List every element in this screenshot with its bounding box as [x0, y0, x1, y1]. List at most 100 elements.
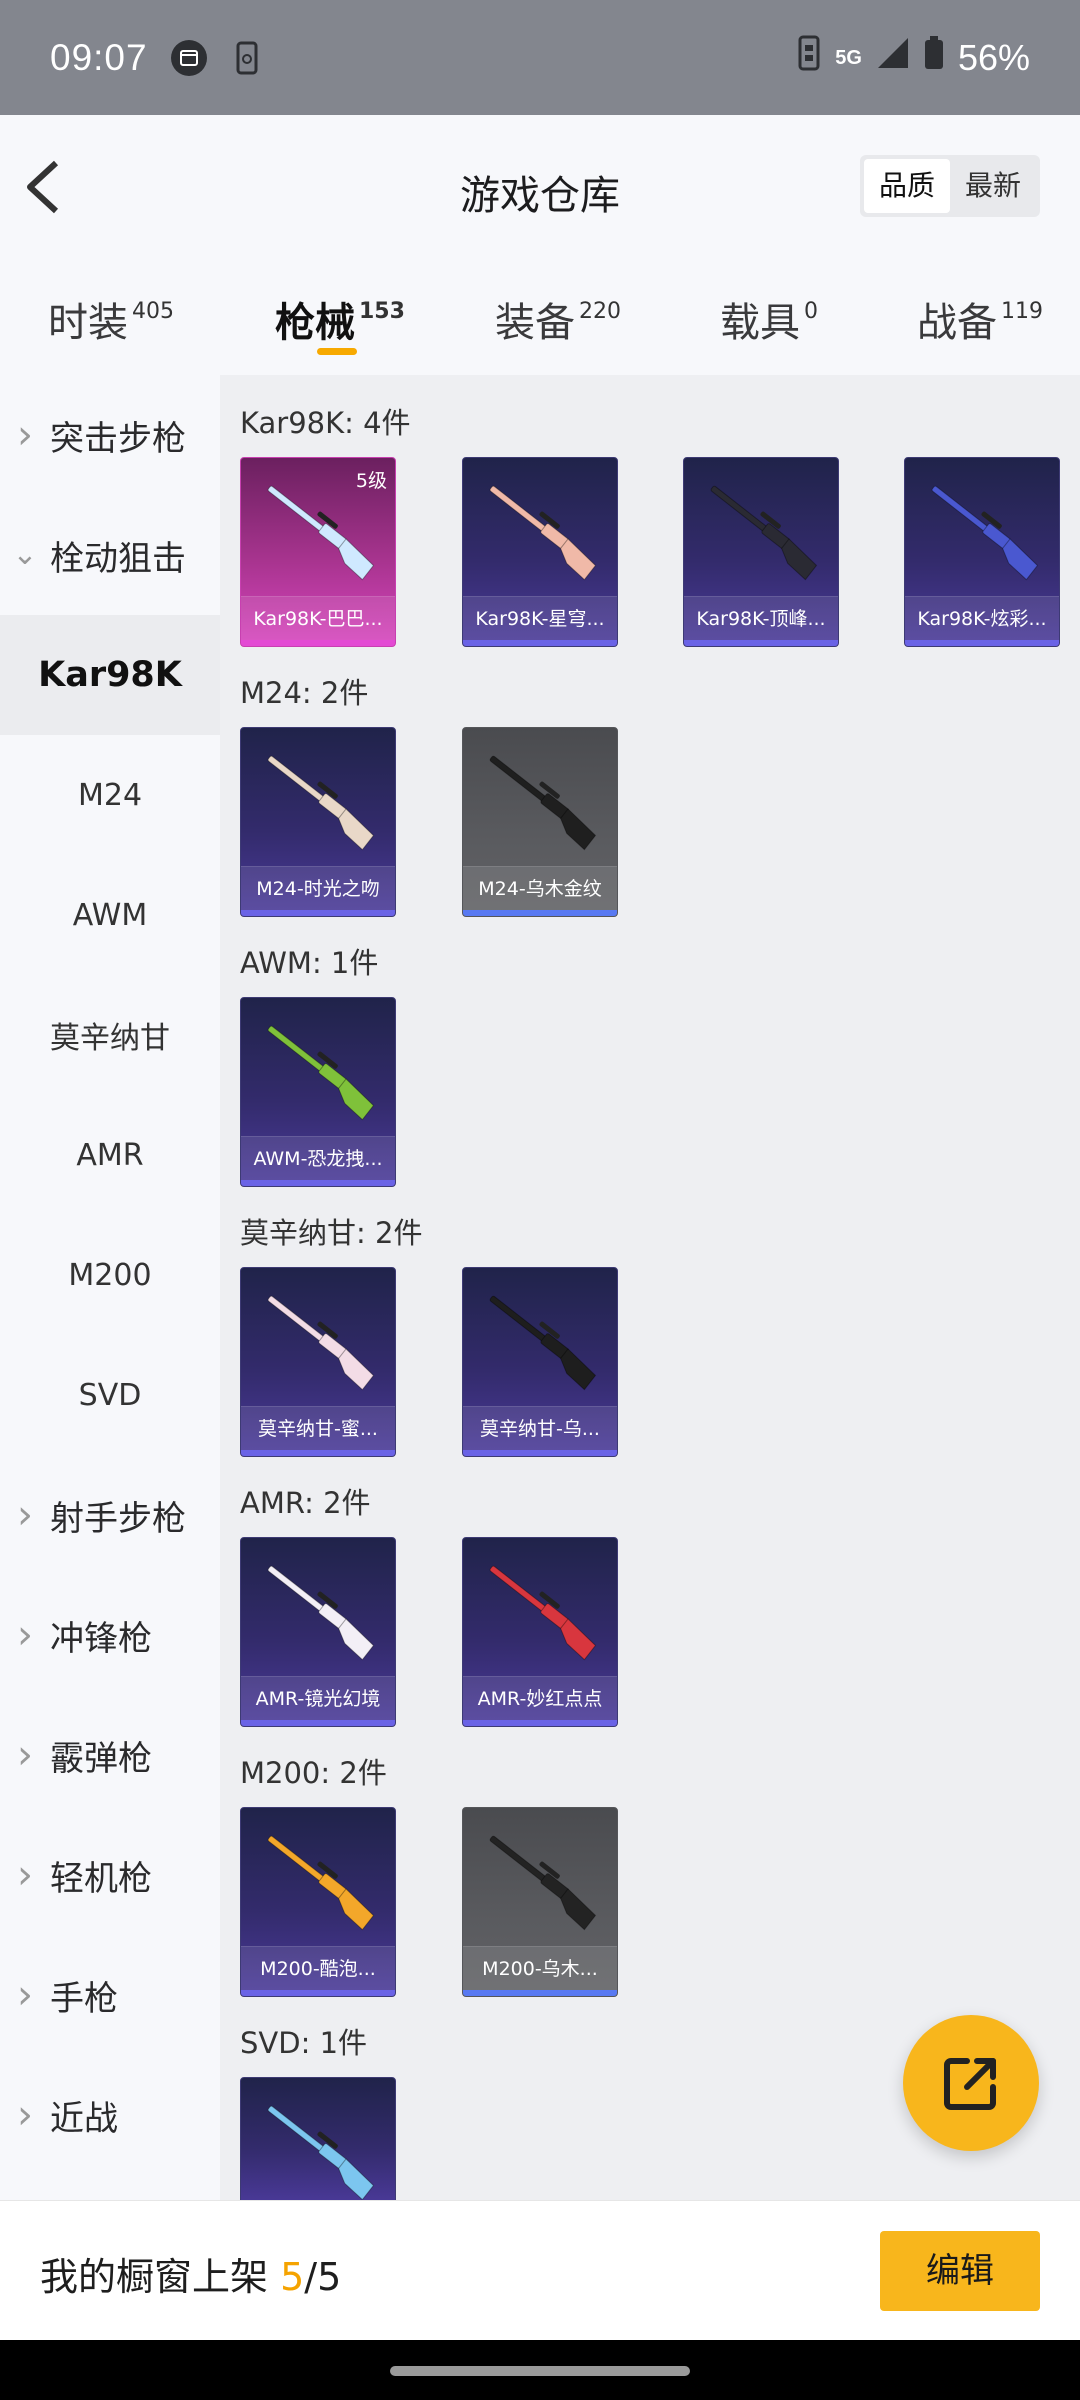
chevron-right-icon: › [17, 1732, 33, 1778]
sidebar-item[interactable]: › 手枪 [0, 1935, 220, 2055]
rifle-icon [267, 1295, 375, 1391]
weapon-card[interactable]: AMR-妙红点点 [462, 1537, 618, 1727]
tab-count: 119 [1001, 299, 1043, 324]
section-title: M200: 2件 [240, 1756, 387, 1790]
page-header: 游戏仓库 品质 最新 [0, 115, 1080, 255]
weapon-card[interactable]: AMR-镜光幻境 [240, 1537, 396, 1727]
sidebar-item[interactable]: M24 [0, 735, 220, 855]
rifle-icon [489, 1295, 597, 1391]
chevron-down-icon: ⌄ [12, 537, 38, 572]
sidebar-item-label: Kar98K [38, 655, 182, 695]
weapon-card[interactable]: Kar98K-炫彩... [904, 457, 1060, 647]
sidebar-item[interactable]: › 近战 [0, 2055, 220, 2175]
weapon-card[interactable]: M200-酷泡... [240, 1807, 396, 1997]
rarity-bar [241, 1720, 395, 1726]
tab-equipment[interactable]: 装备 220 [495, 290, 621, 348]
sidebar-item-label: 突击步枪 [50, 418, 186, 459]
weapon-card[interactable]: AWM-恐龙拽... [240, 997, 396, 1187]
rarity-bar [463, 910, 617, 916]
active-tab-indicator [317, 348, 357, 355]
sidebar-item[interactable]: AMR [0, 1095, 220, 1215]
weapon-card[interactable]: Kar98K-顶峰... [683, 457, 839, 647]
weapon-card-label: M24-时光之吻 [241, 866, 395, 910]
sidebar-item[interactable]: › 冲锋枪 [0, 1575, 220, 1695]
rarity-bar [463, 1720, 617, 1726]
rifle-icon [710, 485, 818, 581]
rarity-bar [241, 1990, 395, 1996]
tab-count: 220 [579, 299, 621, 324]
sidebar-item-label: 手枪 [50, 1978, 118, 2019]
rarity-bar [684, 640, 838, 646]
weapon-card-label: M200-酷泡... [241, 1946, 395, 1990]
weapon-card[interactable]: 莫辛纳甘-蜜... [240, 1267, 396, 1457]
weapon-card[interactable] [240, 2077, 396, 2200]
tab-label: 装备 [495, 300, 575, 346]
weapon-card[interactable]: 莫辛纳甘-乌... [462, 1267, 618, 1457]
rifle-icon [489, 755, 597, 851]
share-external-icon [944, 2058, 996, 2110]
sidebar-item-label: AMR [76, 1137, 144, 1173]
weapon-card-label: M200-乌木... [463, 1946, 617, 1990]
tab-supplies[interactable]: 战备 119 [917, 290, 1043, 348]
weapon-card-label: Kar98K-巴巴... [241, 596, 395, 640]
status-time: 09:07 [50, 36, 148, 78]
weapon-card[interactable]: M24-时光之吻 [240, 727, 396, 917]
weapon-card-label: 莫辛纳甘-乌... [463, 1406, 617, 1450]
weapon-card-label: M24-乌木金纹 [463, 866, 617, 910]
tab-count: 153 [359, 299, 405, 324]
weapon-card[interactable]: M200-乌木... [462, 1807, 618, 1997]
tab-vehicles[interactable]: 载具 0 [720, 290, 818, 348]
sidebar-item[interactable]: › 射手步枪 [0, 1455, 220, 1575]
tab-costume[interactable]: 时装 405 [48, 290, 174, 348]
sidebar-item[interactable]: › 霰弹枪 [0, 1695, 220, 1815]
rifle-icon [267, 2105, 375, 2200]
section-title: AMR: 2件 [240, 1486, 371, 1520]
share-button[interactable] [903, 2015, 1039, 2151]
showcase-text: 我的橱窗上架 [40, 2255, 269, 2299]
section-title: Kar98K: 4件 [240, 406, 411, 440]
section-title: M24: 2件 [240, 676, 369, 710]
calendar-icon [170, 39, 208, 77]
rarity-bar [463, 1450, 617, 1456]
weapon-card[interactable]: 5级 Kar98K-巴巴... [240, 457, 396, 647]
sidebar-item[interactable]: › 突击步枪 [0, 375, 220, 495]
edit-button[interactable]: 编辑 [880, 2231, 1040, 2311]
rarity-bar [463, 640, 617, 646]
weapon-card[interactable]: M24-乌木金纹 [462, 727, 618, 917]
rarity-bar [241, 640, 395, 646]
sidebar-item[interactable]: AWM [0, 855, 220, 975]
showcase-bar: 我的橱窗上架 5/5 编辑 [0, 2200, 1080, 2340]
rarity-bar [241, 910, 395, 916]
chevron-right-icon: › [17, 1492, 33, 1538]
sidebar-item[interactable]: ⌄ 栓动狙击 [0, 495, 220, 615]
sort-by-newest[interactable]: 最新 [950, 159, 1036, 213]
tab-firearms[interactable]: 枪械 153 [275, 290, 405, 348]
weapon-card[interactable]: Kar98K-星穹... [462, 457, 618, 647]
sidebar-item-label: M24 [77, 777, 143, 813]
sort-toggle: 品质 最新 [860, 155, 1040, 217]
sidebar-item-label: SVD [78, 1377, 142, 1413]
home-indicator[interactable] [390, 2366, 690, 2376]
status-bar: 09:07 5G 56% [0, 0, 1080, 115]
sidebar-item-label: 射手步枪 [50, 1498, 186, 1539]
app-root: 09:07 5G 56% 游戏仓库 品质 最新 时装 405 枪械 153 装备… [0, 0, 1080, 2400]
level-badge: 5级 [355, 470, 387, 492]
sim-icon [797, 35, 821, 80]
rifle-icon [931, 485, 1039, 581]
weapon-card-label: AWM-恐龙拽... [241, 1136, 395, 1180]
sidebar-item-label: M200 [68, 1257, 152, 1293]
sidebar-item-label: 莫辛纳甘 [50, 1021, 170, 1056]
sidebar-item[interactable]: Kar98K [0, 615, 220, 735]
sidebar-item[interactable]: SVD [0, 1335, 220, 1455]
rifle-icon [267, 1565, 375, 1661]
sort-by-quality[interactable]: 品质 [864, 159, 950, 213]
sidebar-item-label: AWM [72, 897, 148, 933]
weapon-type-sidebar: › 突击步枪 ⌄ 栓动狙击 Kar98K M24 AWM 莫辛纳甘 AMR M200 SVD › 射手步… [0, 375, 220, 2200]
sidebar-item[interactable]: › 轻机枪 [0, 1815, 220, 1935]
tab-count: 405 [132, 299, 174, 324]
section-title: AWM: 1件 [240, 946, 379, 980]
sidebar-item[interactable]: 莫辛纳甘 [0, 975, 220, 1095]
signal-icon [876, 36, 910, 79]
sidebar-item[interactable]: M200 [0, 1215, 220, 1335]
battery-icon [924, 36, 944, 79]
